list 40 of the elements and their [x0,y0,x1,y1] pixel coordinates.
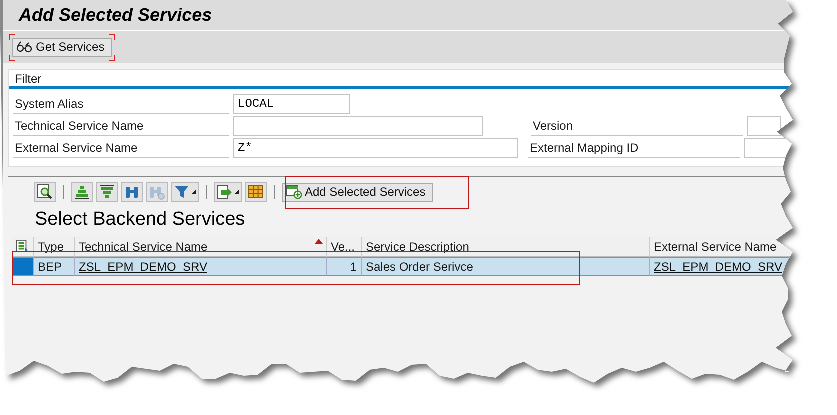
column-header[interactable]: Type [34,237,75,257]
input-field[interactable] [233,116,483,136]
sort-ascending-icon [74,184,90,200]
column-header[interactable]: Service Description [362,237,650,257]
sort-descending-icon [99,184,115,200]
export-button[interactable] [214,182,242,202]
magnifier-icon [37,184,53,200]
field-label: External Mapping ID [528,138,740,158]
add-row-icon [286,185,303,199]
input-field[interactable]: Z* [233,138,518,158]
field-label: Technical Service Name [13,116,229,136]
dropdown-icon [235,190,239,194]
get-services-button[interactable]: Get Services [12,38,112,56]
section-title: Select Backend Services [34,208,246,232]
filter-icon [174,184,190,200]
layout-button[interactable] [245,182,267,202]
filter-button[interactable] [171,182,199,202]
field-label: System Alias [13,94,229,114]
panel-title: Filter [15,72,42,86]
find-button[interactable] [121,182,143,202]
column-settings-header[interactable] [12,237,34,257]
export-icon [217,184,233,200]
sort-up-button[interactable] [71,182,93,202]
table-settings-icon [16,239,29,254]
glasses-icon [16,41,34,53]
field-label: Version [531,116,743,136]
add-selected-services-button[interactable]: Add Selected Services [282,182,433,202]
table-cell: Sales Order Serivce [362,257,650,276]
column-header[interactable]: Technical Service Name [75,237,327,257]
input-field[interactable] [747,116,781,136]
table-cell: 1 [327,257,362,276]
sort-down-button[interactable] [96,182,118,202]
dropdown-icon [192,190,196,194]
field-label: External Service Name [13,138,229,158]
column-header[interactable]: Ve... [327,237,362,257]
window-title: Add Selected Services [19,4,212,26]
input-field[interactable]: LOCAL [233,94,350,114]
grid-icon [248,184,264,200]
details-button[interactable] [34,182,56,202]
table-cell: BEP [34,257,75,276]
